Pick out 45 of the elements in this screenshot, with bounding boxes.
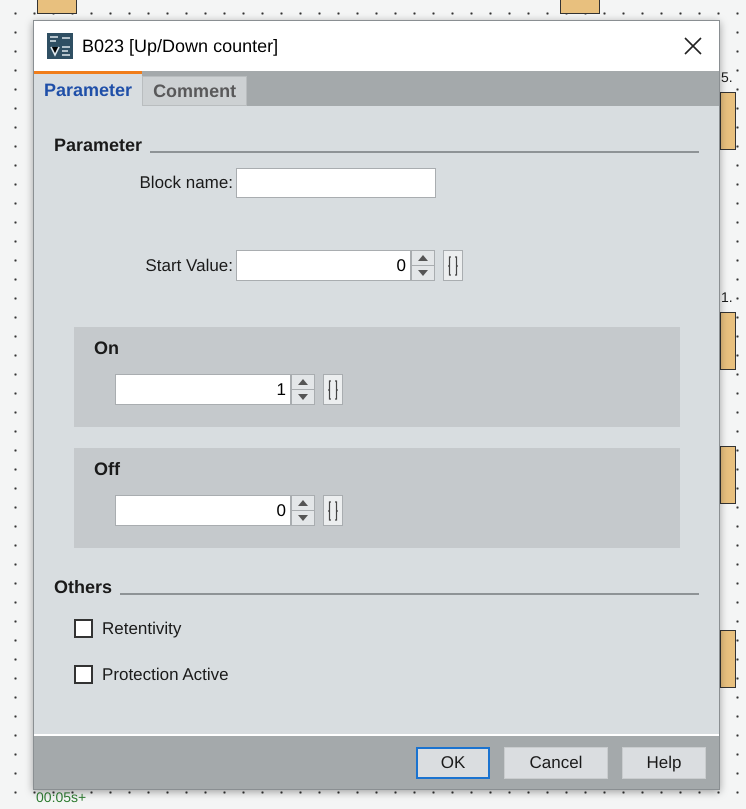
checkbox-label: Retentivity	[102, 618, 182, 640]
down-arrow-icon	[298, 515, 308, 521]
function-block	[720, 630, 736, 688]
parameter-reference-button[interactable]	[323, 374, 343, 405]
parameter-reference-button[interactable]	[323, 495, 343, 526]
up-arrow-icon	[298, 500, 308, 506]
window-title: B023 [Up/Down counter]	[82, 34, 280, 58]
spin-buttons[interactable]	[411, 250, 435, 281]
brace-icon	[448, 254, 458, 276]
function-block	[720, 446, 736, 504]
block-name-field[interactable]	[236, 168, 436, 198]
tab[interactable]: Parameter	[34, 71, 142, 106]
app-logo-icon	[47, 33, 73, 59]
checkbox[interactable]	[74, 619, 93, 638]
number-field[interactable]: 0	[115, 495, 291, 526]
checkbox-label: Protection Active	[102, 664, 229, 686]
section-heading: Others	[54, 578, 112, 596]
dialog-button[interactable]: Cancel	[504, 746, 608, 778]
function-block	[37, 0, 77, 14]
brace-icon	[328, 500, 338, 522]
up-arrow-icon	[298, 379, 308, 385]
brace-icon	[328, 378, 338, 400]
down-arrow-icon	[298, 394, 308, 400]
dialog-button[interactable]: Help	[622, 746, 706, 778]
field-label: Start Value:	[144, 254, 233, 277]
up-arrow-icon	[418, 255, 428, 261]
spin-buttons[interactable]	[291, 495, 315, 526]
function-block	[560, 0, 600, 14]
canvas-label: 00:05s+	[36, 790, 86, 804]
down-arrow-icon	[418, 270, 428, 276]
tab[interactable]: Comment	[142, 76, 248, 106]
section-heading: Parameter	[54, 136, 142, 154]
function-block	[720, 92, 736, 150]
group-title: Off	[94, 459, 120, 479]
canvas-label: 5.	[721, 70, 733, 84]
canvas-label: 1.	[721, 290, 733, 304]
dialog-button[interactable]: OK	[416, 746, 490, 778]
checkbox[interactable]	[74, 664, 93, 684]
parameter-reference-button[interactable]	[443, 250, 463, 281]
function-block	[720, 312, 736, 370]
number-field[interactable]: 1	[115, 374, 291, 405]
group-title: On	[94, 338, 119, 358]
spin-buttons[interactable]	[291, 374, 315, 405]
field-label: Block name:	[138, 172, 233, 194]
number-field[interactable]: 0	[236, 250, 411, 281]
